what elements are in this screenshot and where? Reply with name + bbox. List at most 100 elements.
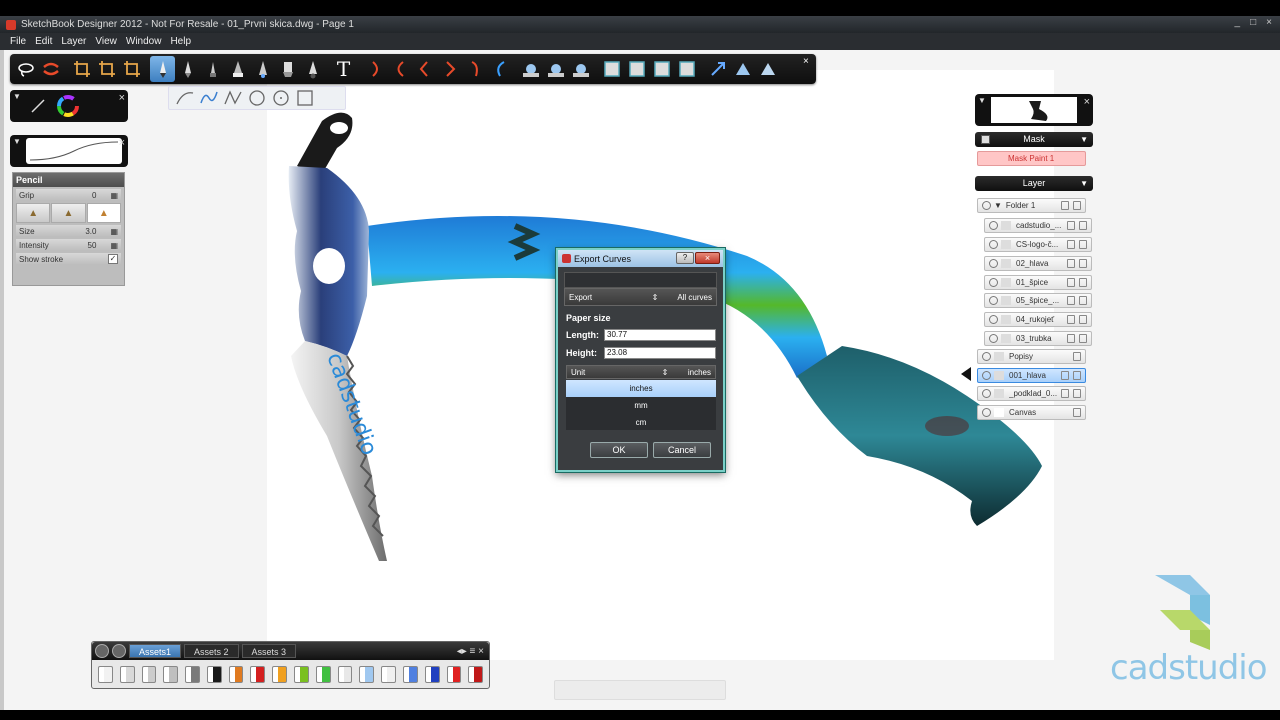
layer-item[interactable]: 05_špice_... [984,293,1092,308]
crop-tool[interactable] [69,56,94,82]
menu-file[interactable]: File [10,36,26,47]
visibility-eye-icon[interactable] [989,259,998,268]
size-slider[interactable]: Size 3.0 ▦ [16,225,121,237]
curve-tool-2[interactable] [387,56,412,82]
pen-tool[interactable] [175,56,200,82]
lock-icon[interactable] [1073,201,1081,210]
curve-tool-3[interactable] [412,56,437,82]
layer-op-4[interactable] [674,56,699,82]
tab-assets-1[interactable]: Assets1 [129,644,182,658]
brush-swatch-icon[interactable] [163,666,179,683]
view-op-2[interactable] [730,56,755,82]
brush-swatch-icon[interactable] [424,666,440,683]
visibility-eye-icon[interactable] [982,371,991,380]
curve-tool-6[interactable] [487,56,512,82]
layer-op-3[interactable] [649,56,674,82]
lock-icon[interactable] [1061,389,1069,398]
show-stroke-toggle[interactable]: Show stroke ✓ [16,253,121,265]
rectangle-icon[interactable] [295,89,315,107]
marker-tool[interactable] [200,56,225,82]
lock-icon[interactable] [1067,334,1075,343]
lock-icon[interactable] [1079,221,1087,230]
close-window-button[interactable]: × [1266,17,1272,28]
color-puck-icon[interactable] [95,644,109,658]
lock-icon[interactable] [1079,259,1087,268]
lock-icon[interactable] [1073,352,1081,361]
grip-slider[interactable]: Grip 0 ▦ [16,189,121,201]
brush-swatch-icon[interactable] [228,666,244,683]
folder-expand-icon[interactable]: ▼ [994,201,1002,210]
brush-swatch-icon[interactable] [468,666,484,683]
menu-window[interactable]: Window [126,36,162,47]
mask-layer-item[interactable]: Mask Paint 1 [977,151,1086,166]
lasso-tool[interactable] [13,56,38,82]
lock-icon[interactable] [1079,278,1087,287]
view-op-1[interactable] [705,56,730,82]
unit-option-cm[interactable]: cm [566,414,716,431]
symmetry-tool-2[interactable] [543,56,568,82]
mask-header[interactable]: Mask ▼ [975,132,1093,147]
layer-item[interactable]: _podklad_0... [977,386,1086,401]
maximize-button[interactable]: □ [1250,17,1256,28]
visibility-eye-icon[interactable] [989,221,998,230]
brush-swatch-icon[interactable] [272,666,288,683]
crop-tool-3[interactable] [119,56,144,82]
brush-swatch-icon[interactable] [359,666,375,683]
brush-swatch-icon[interactable] [250,666,266,683]
brush-swatch-icon[interactable] [402,666,418,683]
pencil-preset-2[interactable]: ▲ [51,203,86,223]
smudge-tool[interactable] [300,56,325,82]
ok-button[interactable]: OK [590,442,648,458]
brush-swatch-icon[interactable] [315,666,331,683]
symmetry-tool-3[interactable] [568,56,593,82]
intensity-slider[interactable]: Intensity 50 ▦ [16,239,121,251]
visibility-eye-icon[interactable] [989,278,998,287]
menu-layer[interactable]: Layer [61,36,86,47]
tab-assets-3[interactable]: Assets 3 [241,644,297,658]
menu-help[interactable]: Help [170,36,191,47]
length-input[interactable]: 30.77 [604,329,716,341]
lock-icon[interactable] [1073,389,1081,398]
brush-swatch-icon[interactable] [141,666,157,683]
crop-tool-2[interactable] [94,56,119,82]
brush-swatch-icon[interactable] [337,666,353,683]
layer-item[interactable]: 01_špice [984,275,1092,290]
assets-controls[interactable]: ◂▸ ≡ × [457,646,484,657]
panel-close-button[interactable]: × [1084,96,1090,108]
visibility-eye-icon[interactable] [982,201,991,210]
menu-view[interactable]: View [95,36,117,47]
brush-swatch-icon[interactable] [381,666,396,683]
layer-header[interactable]: Layer ▼ [975,176,1093,191]
height-input[interactable]: 23.08 [604,347,716,359]
layer-item[interactable]: Popisy [977,349,1086,364]
visibility-eye-icon[interactable] [989,240,998,249]
cancel-button[interactable]: Cancel [653,442,711,458]
transform-tool[interactable] [38,56,63,82]
lock-icon[interactable] [1073,371,1081,380]
tab-assets-2[interactable]: Assets 2 [184,644,239,658]
pencil-tool[interactable] [150,56,175,82]
layer-canvas[interactable]: Canvas [977,405,1086,420]
pencil-preset-1[interactable]: ▲ [16,203,51,223]
layer-op-2[interactable] [624,56,649,82]
visibility-eye-icon[interactable] [982,389,991,398]
mask-checkbox[interactable] [981,135,990,144]
brush-swatch-icon[interactable] [98,666,113,683]
visibility-eye-icon[interactable] [989,334,998,343]
lock-icon[interactable] [1079,315,1087,324]
minimize-button[interactable]: _ [1235,17,1241,28]
panel-collapse-icon[interactable]: ▼ [13,137,21,146]
layer-item[interactable]: cadstudio_... [984,218,1092,233]
brush-swatch-icon[interactable] [185,666,200,683]
panel-collapse-icon[interactable]: ▼ [13,92,21,101]
unit-selector[interactable]: Unit ⇕ inches [566,365,716,379]
lock-icon[interactable] [1067,315,1075,324]
menu-edit[interactable]: Edit [35,36,52,47]
polyline-icon[interactable] [223,89,243,107]
layer-item[interactable]: 04_rukojeť [984,312,1092,327]
help-button[interactable]: ? [676,252,694,264]
brush-puck-icon[interactable] [112,644,126,658]
spline-icon[interactable] [199,89,219,107]
dialog-titlebar[interactable]: Export Curves ? × [558,250,723,267]
lock-icon[interactable] [1079,296,1087,305]
